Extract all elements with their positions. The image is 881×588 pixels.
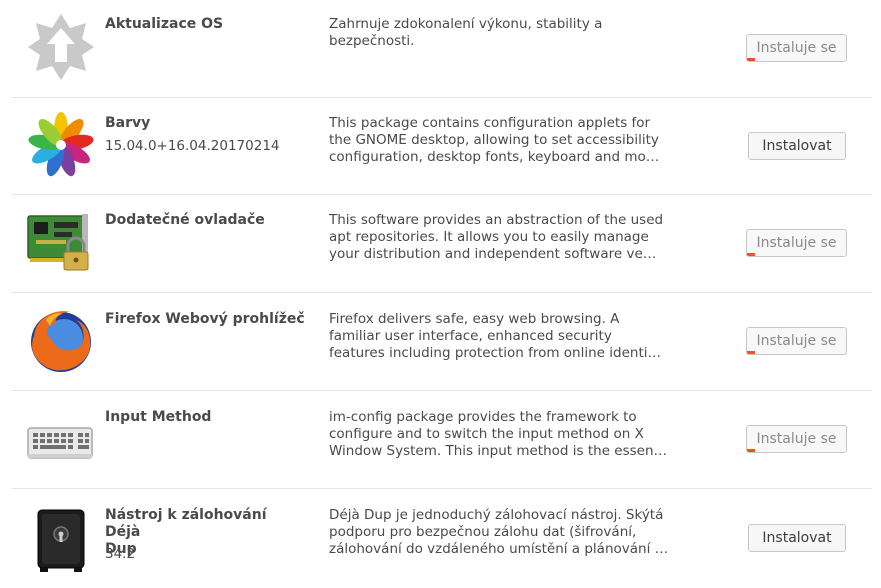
row-divider [12, 488, 872, 489]
firefox-icon [31, 311, 91, 372]
list-item[interactable]: Barvy 15.04.0+16.04.20170214 This packag… [0, 98, 881, 196]
install-button[interactable]: Instalovat [748, 132, 846, 160]
install-progress-bar [747, 253, 755, 256]
installing-button[interactable]: Instaluje se [746, 327, 847, 355]
package-name: Barvy [105, 115, 151, 131]
list-item[interactable]: Firefox Webový prohlížeč Firefox deliver… [0, 294, 881, 392]
package-list: Aktualizace OS Zahrnuje zdokonalení výko… [0, 0, 881, 578]
package-version: 34.2 [105, 546, 136, 562]
keyboard-icon [27, 427, 93, 459]
install-progress-bar [747, 351, 755, 354]
row-divider [12, 292, 872, 293]
install-button[interactable]: Instalovat [748, 524, 846, 552]
package-name: Aktualizace OS [105, 16, 224, 32]
package-description: Firefox delivers safe, easy web browsing… [329, 311, 661, 361]
row-divider [12, 390, 872, 391]
list-item[interactable]: Nástroj k zálohování Déjà Dup 34.2 Déjà … [0, 490, 881, 588]
package-name: Input Method [105, 409, 212, 425]
installing-button[interactable]: Instaluje se [746, 229, 847, 257]
package-version: 15.04.0+16.04.20170214 [105, 138, 280, 154]
package-name: Firefox Webový prohlížeč [105, 311, 305, 327]
os-update-icon [28, 14, 94, 80]
package-description: This software provides an abstraction of… [329, 212, 664, 262]
installing-button[interactable]: Instaluje se [746, 34, 847, 62]
color-flower-icon [28, 112, 94, 177]
row-divider [12, 194, 872, 195]
package-name: Dodatečné ovladače [105, 212, 265, 228]
package-description: Déjà Dup je jednoduchý zálohovací nástro… [329, 507, 669, 557]
driver-card-icon [27, 214, 89, 271]
package-description: This package contains configuration appl… [329, 115, 660, 165]
install-progress-bar [747, 58, 755, 61]
install-progress-bar [747, 449, 755, 452]
list-item[interactable]: Input Method im-config package provides … [0, 392, 881, 490]
list-item[interactable]: Dodatečné ovladače This software provide… [0, 196, 881, 294]
list-item[interactable]: Aktualizace OS Zahrnuje zdokonalení výko… [0, 0, 881, 98]
installing-button[interactable]: Instaluje se [746, 425, 847, 453]
package-description: im-config package provides the framework… [329, 409, 668, 459]
package-description: Zahrnuje zdokonalení výkonu, stability a… [329, 16, 603, 49]
backup-safe-icon [37, 509, 85, 572]
